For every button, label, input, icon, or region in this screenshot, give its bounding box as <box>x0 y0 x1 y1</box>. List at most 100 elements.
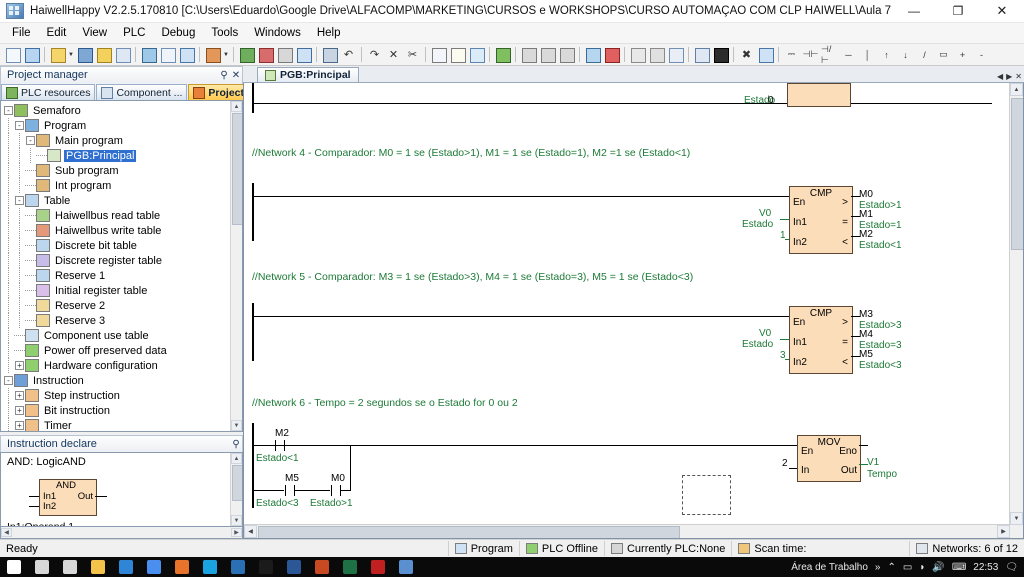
pin-icon[interactable]: ⚲ <box>218 70 230 81</box>
tree-item-pgb-principal[interactable]: PGB:Principal <box>3 148 242 163</box>
ladder-editor[interactable]: Estado 0 //Network 4 - Comparador: M0 = … <box>243 83 1024 539</box>
declare-vertical-scrollbar[interactable]: ▲ ▼ <box>230 453 242 526</box>
tree-item-reserve-3[interactable]: Reserve 3 <box>3 313 242 328</box>
tree-item-component-use-table[interactable]: Component use table <box>3 328 242 343</box>
encrypt-icon[interactable] <box>693 46 710 63</box>
tree-item-timer[interactable]: + Timer <box>3 418 242 431</box>
tree-expander[interactable]: + <box>14 403 25 418</box>
declare-scroll-down-button[interactable]: ▼ <box>231 515 242 526</box>
undo-icon[interactable]: ↶ <box>340 46 357 63</box>
cut-icon[interactable]: ✂ <box>404 46 421 63</box>
wifi-icon[interactable]: ◗ <box>919 562 925 573</box>
menu-view[interactable]: View <box>74 25 115 41</box>
compile-dropdown[interactable]: ▼ <box>222 46 230 63</box>
editor-scroll-down-button[interactable]: ▼ <box>1010 512 1023 525</box>
task-view-icon[interactable] <box>56 557 84 577</box>
menu-file[interactable]: File <box>4 25 39 41</box>
tree-expander[interactable]: - <box>3 373 14 388</box>
tab-plc-resources[interactable]: PLC resources <box>1 84 96 100</box>
tree-expander[interactable]: - <box>25 133 36 148</box>
cloud-icon[interactable] <box>468 46 485 63</box>
tree-item-instruction[interactable]: - Instruction <box>3 373 242 388</box>
lock-icon[interactable] <box>712 46 729 63</box>
show-hidden-icons-icon[interactable]: ⌃ <box>887 562 895 573</box>
simulate-icon[interactable] <box>648 46 665 63</box>
taskbar-clock[interactable]: 22:53 <box>973 562 998 573</box>
save-icon[interactable] <box>76 46 93 63</box>
find-icon[interactable] <box>321 46 338 63</box>
instruction-declare-pin-icon[interactable]: ⚲ <box>230 439 242 450</box>
menu-plc[interactable]: PLC <box>115 25 153 41</box>
new-file-icon[interactable] <box>4 46 21 63</box>
menu-tools[interactable]: Tools <box>203 25 246 41</box>
declare-scroll-left-button[interactable]: ◀ <box>1 528 12 537</box>
ladder-canvas[interactable]: Estado 0 //Network 4 - Comparador: M0 = … <box>244 83 1010 525</box>
tree-item-sub-program[interactable]: Sub program <box>3 163 242 178</box>
network-icon[interactable] <box>494 46 511 63</box>
print-icon[interactable] <box>140 46 157 63</box>
merge-icon[interactable] <box>558 46 575 63</box>
excel-icon[interactable] <box>336 557 364 577</box>
contact-m0[interactable] <box>331 485 341 496</box>
tree-item-reserve-1[interactable]: Reserve 1 <box>3 268 242 283</box>
cursor-selection-box[interactable] <box>682 475 731 515</box>
doc-close-button[interactable]: ✕ <box>1015 72 1022 81</box>
tree-item-power-off-preserved-data[interactable]: Power off preserved data <box>3 343 242 358</box>
tree-item-haiwellbus-write-table[interactable]: Haiwellbus write table <box>3 223 242 238</box>
tree-item-haiwellbus-read-table[interactable]: Haiwellbus read table <box>3 208 242 223</box>
powerpoint-icon[interactable] <box>308 557 336 577</box>
tree-item-hardware-configuration[interactable]: + Hardware configuration <box>3 358 242 373</box>
close-button[interactable]: ✕ <box>980 0 1024 22</box>
horizontal-line-icon[interactable]: ─ <box>840 46 857 63</box>
word-icon[interactable] <box>280 557 308 577</box>
document-tab-pgb-principal[interactable]: PGB:Principal <box>257 67 359 82</box>
declare-scroll-right-button[interactable]: ▶ <box>231 528 242 537</box>
block-icon[interactable]: ▭ <box>935 46 952 63</box>
edge-browser-icon[interactable] <box>112 557 140 577</box>
tree-scroll-thumb[interactable] <box>232 113 242 225</box>
monitor-icon[interactable] <box>276 46 293 63</box>
desktop-peek-label[interactable]: Área de Trabalho <box>791 562 868 573</box>
skype-icon[interactable] <box>196 557 224 577</box>
editor-vscroll-thumb[interactable] <box>1011 98 1023 250</box>
tree-vertical-scrollbar[interactable]: ▲ ▼ <box>230 101 242 431</box>
tree-item-step-instruction[interactable]: + Step instruction <box>3 388 242 403</box>
download-plc-icon[interactable] <box>238 46 255 63</box>
haiwell-icon[interactable] <box>392 557 420 577</box>
tree-expander[interactable]: + <box>14 388 25 403</box>
tree-expander[interactable]: + <box>14 418 25 431</box>
editor-scroll-right-button[interactable]: ▶ <box>997 525 1010 538</box>
tree-scroll-down-button[interactable]: ▼ <box>231 420 242 431</box>
editor-hscroll-track[interactable] <box>257 525 997 538</box>
report-icon[interactable] <box>178 46 195 63</box>
chevron-overflow-icon[interactable]: » <box>875 562 881 573</box>
editor-hscroll-thumb[interactable] <box>258 526 680 538</box>
save-as-icon[interactable] <box>95 46 112 63</box>
declare-horizontal-scrollbar[interactable]: ◀ ▶ <box>0 527 243 539</box>
editor-scroll-left-button[interactable]: ◀ <box>244 525 257 538</box>
insert-row-icon[interactable] <box>520 46 537 63</box>
maximize-button[interactable]: ❐ <box>936 0 980 22</box>
declare-scroll-up-button[interactable]: ▲ <box>231 453 242 464</box>
vertical-line-icon[interactable]: │ <box>859 46 876 63</box>
search-icon[interactable] <box>28 557 56 577</box>
clear-icon[interactable]: ✖ <box>738 46 755 63</box>
menu-windows[interactable]: Windows <box>246 25 309 41</box>
contact-m2[interactable] <box>275 440 285 451</box>
cross-reference-icon[interactable] <box>295 46 312 63</box>
falling-edge-icon[interactable]: ↓ <box>897 46 914 63</box>
rising-edge-icon[interactable]: ↑ <box>878 46 895 63</box>
start-button[interactable] <box>0 557 28 577</box>
copy-icon[interactable] <box>430 46 447 63</box>
network-del-icon[interactable]: - <box>973 46 990 63</box>
declare-scroll-thumb[interactable] <box>232 465 242 501</box>
menu-debug[interactable]: Debug <box>153 25 203 41</box>
tree-expander[interactable]: + <box>14 358 25 373</box>
tree-item-main-program[interactable]: - Main program <box>3 133 242 148</box>
open-folder-icon[interactable] <box>49 46 66 63</box>
menu-help[interactable]: Help <box>309 25 349 41</box>
editor-scroll-up-button[interactable]: ▲ <box>1010 83 1023 96</box>
tree-item-int-program[interactable]: Int program <box>3 178 242 193</box>
open-folder-icon-dropdown[interactable]: ▼ <box>67 46 75 63</box>
globe-icon[interactable] <box>584 46 601 63</box>
